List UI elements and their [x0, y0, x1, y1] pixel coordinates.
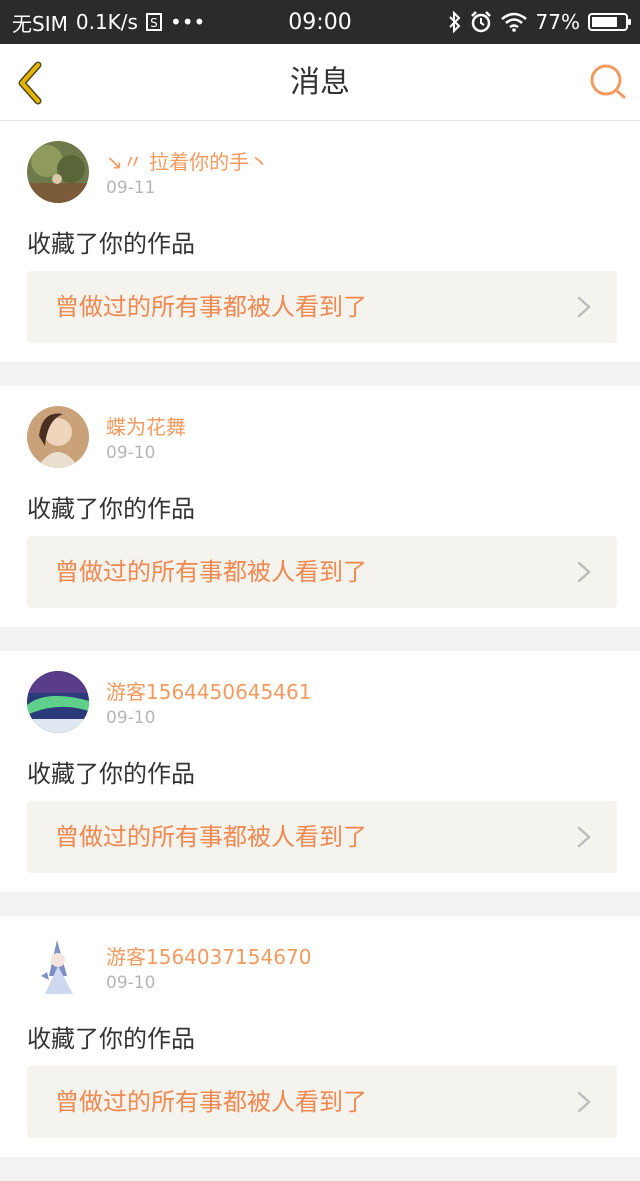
- avatar[interactable]: [27, 141, 89, 203]
- battery-icon: [588, 13, 631, 31]
- work-link[interactable]: 曾做过的所有事都被人看到了: [27, 1066, 617, 1138]
- search-icon: [590, 64, 626, 99]
- message-card: 游客1564037154670 09-10 收藏了你的作品 曾做过的所有事都被人…: [0, 916, 640, 1157]
- message-card: 蝶为花舞 09-10 收藏了你的作品 曾做过的所有事都被人看到了: [0, 386, 640, 627]
- work-link[interactable]: 曾做过的所有事都被人看到了: [27, 271, 617, 343]
- action-text: 收藏了你的作品: [27, 230, 195, 258]
- work-link[interactable]: 曾做过的所有事都被人看到了: [27, 536, 617, 608]
- chevron-right-icon: [577, 1091, 591, 1113]
- avatar[interactable]: [27, 936, 89, 998]
- message-list: ↘〃 拉着你的手丶 09-11 收藏了你的作品 曾做过的所有事都被人看到了 蝶为…: [0, 121, 640, 1181]
- work-link[interactable]: 曾做过的所有事都被人看到了: [27, 801, 617, 873]
- username[interactable]: 蝶为花舞: [106, 411, 186, 440]
- action-text: 收藏了你的作品: [27, 495, 195, 523]
- avatar[interactable]: [27, 406, 89, 468]
- battery-level: [592, 17, 617, 27]
- avatar[interactable]: [27, 671, 89, 733]
- bluetooth-icon: [448, 11, 460, 33]
- network-speed: 0.1K/s: [75, 10, 138, 34]
- message-date: 09-10: [106, 443, 156, 463]
- status-left: 无SIM 0.1K/s S •••: [12, 8, 205, 37]
- navigation-bar: 消息: [0, 44, 640, 121]
- username[interactable]: ↘〃 拉着你的手丶: [106, 146, 269, 175]
- status-bar: 无SIM 0.1K/s S ••• 09:00 77%: [0, 0, 640, 44]
- work-title: 曾做过的所有事都被人看到了: [55, 558, 367, 586]
- chevron-right-icon: [577, 826, 591, 848]
- action-text: 收藏了你的作品: [27, 1025, 195, 1053]
- username[interactable]: 游客1564037154670: [106, 941, 311, 970]
- work-title: 曾做过的所有事都被人看到了: [55, 293, 367, 321]
- message-card: ↘〃 拉着你的手丶 09-11 收藏了你的作品 曾做过的所有事都被人看到了: [0, 121, 640, 362]
- message-date: 09-10: [106, 708, 156, 728]
- chevron-right-icon: [577, 561, 591, 583]
- alarm-icon: [470, 11, 491, 33]
- work-title: 曾做过的所有事都被人看到了: [55, 1088, 367, 1116]
- username[interactable]: 游客1564450645461: [106, 676, 311, 705]
- carrier-label: 无SIM: [12, 11, 68, 36]
- wifi-icon: [500, 12, 527, 32]
- s-app-icon: S: [145, 13, 162, 31]
- more-dots-icon: •••: [169, 10, 206, 34]
- work-title: 曾做过的所有事都被人看到了: [55, 823, 367, 851]
- message-date: 09-11: [106, 178, 156, 198]
- search-button[interactable]: [588, 62, 628, 102]
- page-title: 消息: [290, 65, 350, 100]
- chevron-right-icon: [577, 296, 591, 318]
- battery-percent: 77%: [535, 10, 580, 34]
- message-date: 09-10: [106, 973, 156, 993]
- status-right: 77%: [448, 10, 631, 34]
- message-card: 游客1564450645461 09-10 收藏了你的作品 曾做过的所有事都被人…: [0, 651, 640, 892]
- action-text: 收藏了你的作品: [27, 760, 195, 788]
